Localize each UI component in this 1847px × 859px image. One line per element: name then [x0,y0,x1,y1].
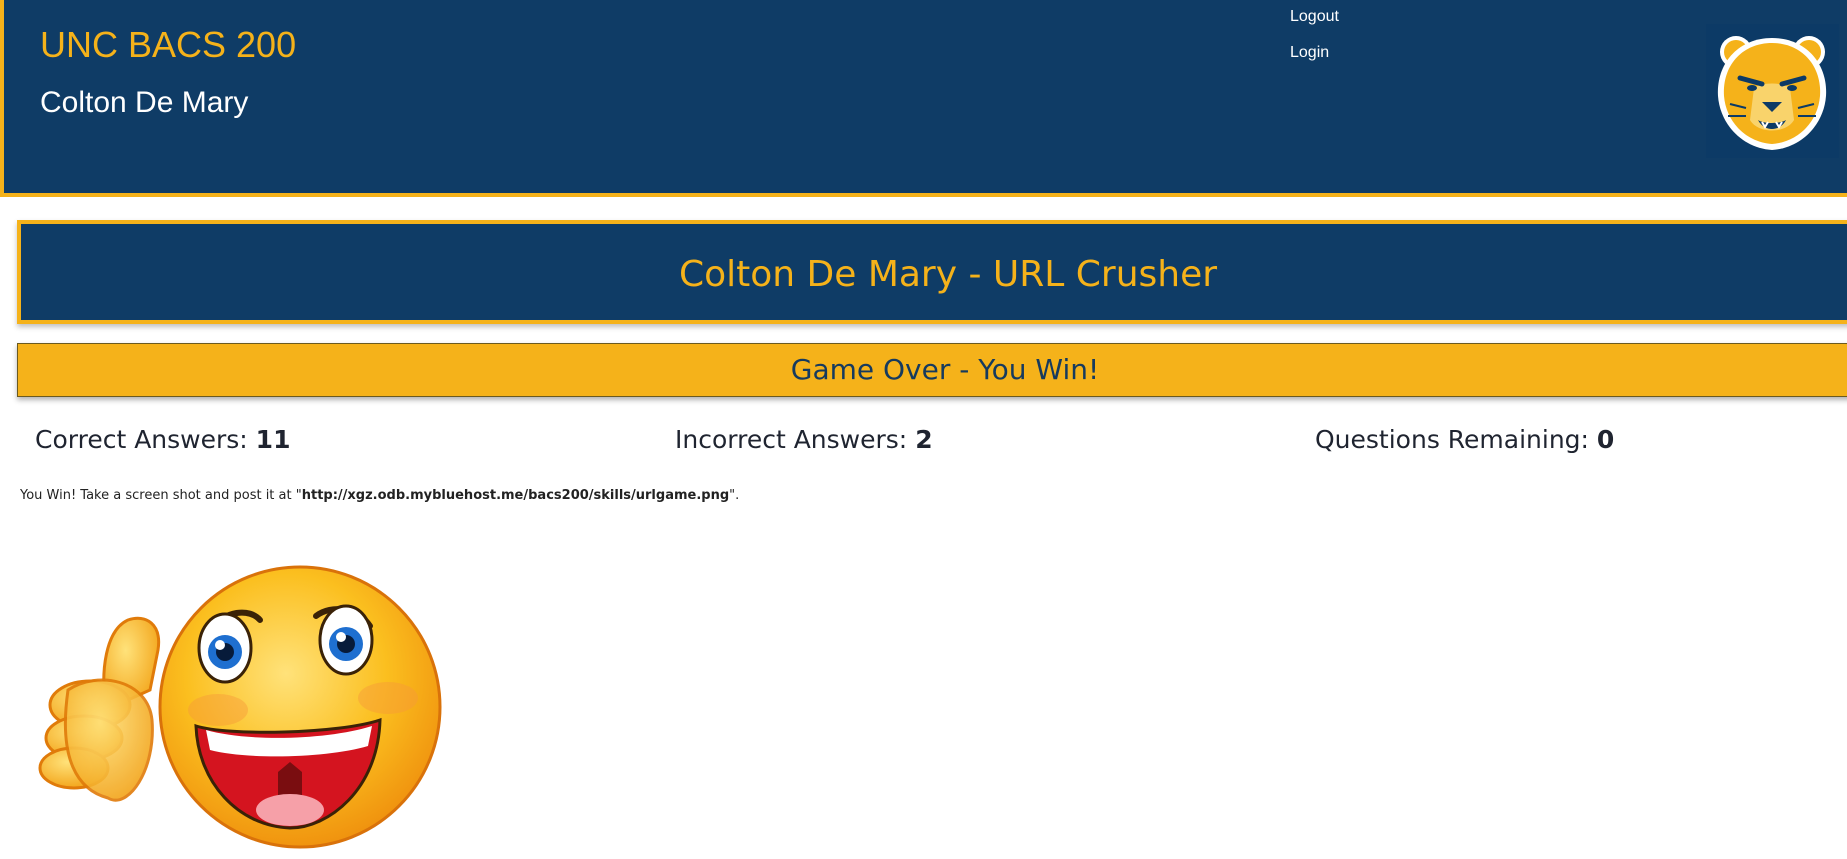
bear-mascot-icon [1706,24,1839,158]
site-header: UNC BACS 200 Colton De Mary Logout Login [0,0,1847,197]
win-message-suffix: ". [729,488,740,503]
win-message-prefix: You Win! Take a screen shot and post it … [20,488,302,503]
game-title-bar: Colton De Mary - URL Crusher [17,220,1847,324]
game-status-bar: Game Over - You Win! [17,343,1847,397]
site-subtitle: Colton De Mary [40,86,249,119]
game-title: Colton De Mary - URL Crusher [678,254,1218,295]
questions-remaining-stat: Questions Remaining: 0 [1315,425,1614,454]
login-link[interactable]: Login [1290,44,1329,62]
win-message-url: http://xgz.odb.mybluehost.me/bacs200/ski… [301,488,730,503]
incorrect-answers-value: 2 [915,425,933,454]
correct-answers-value: 11 [255,425,291,454]
win-message: You Win! Take a screen shot and post it … [20,488,739,503]
questions-remaining-value: 0 [1596,425,1615,454]
logout-link[interactable]: Logout [1290,8,1339,26]
incorrect-answers-stat: Incorrect Answers: 2 [675,425,933,454]
correct-answers-stat: Correct Answers: 11 [35,425,290,454]
thumbs-up-smiley-icon [28,520,448,854]
incorrect-answers-label: Incorrect Answers: [675,425,916,454]
questions-remaining-label: Questions Remaining: [1315,425,1597,454]
site-title: UNC BACS 200 [40,24,297,65]
correct-answers-label: Correct Answers: [35,425,256,454]
game-status-text: Game Over - You Win! [790,353,1100,386]
